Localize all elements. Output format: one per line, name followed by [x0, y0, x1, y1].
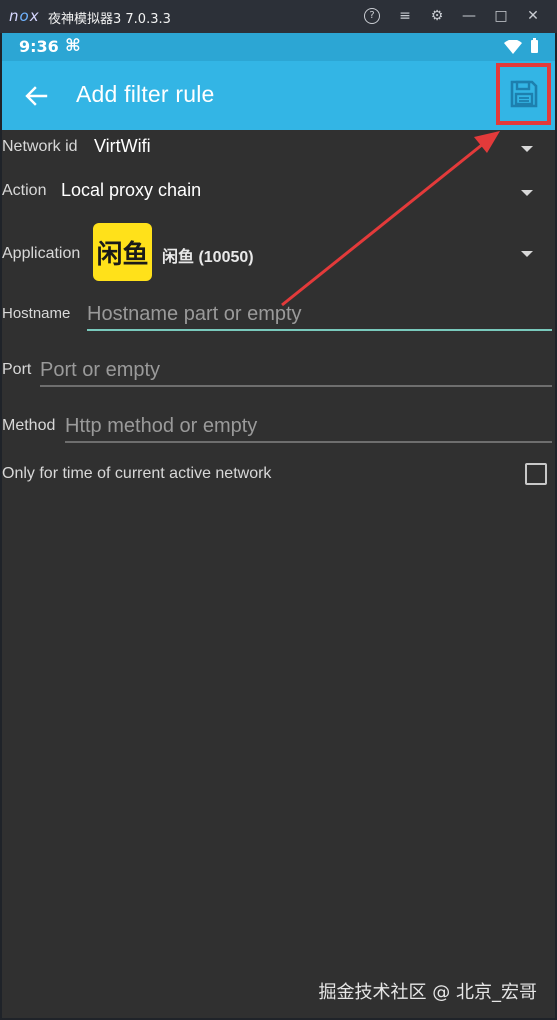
network-id-label: Network id: [2, 138, 78, 155]
watermark: 掘金技术社区 @ 北京_宏哥: [318, 982, 537, 1003]
nox-logo: nox: [9, 7, 40, 25]
port-underline: [40, 385, 552, 387]
emulator-title-bar: nox 夜神模拟器3 7.0.3.3 ? ≡ ⚙ — □ ✕: [0, 0, 557, 33]
hostname-label: Hostname: [2, 305, 71, 322]
hostname-underline: [87, 329, 552, 331]
port-label: Port: [2, 361, 32, 378]
maximize-button[interactable]: □: [485, 8, 517, 24]
app-toolbar: Add filter rule: [2, 61, 555, 130]
menu-icon[interactable]: ≡: [389, 8, 421, 24]
only-active-network-label: Only for time of current active network: [2, 465, 272, 482]
only-active-network-checkbox[interactable]: [525, 463, 547, 485]
application-value[interactable]: 闲鱼 (10050): [162, 243, 254, 267]
network-id-value[interactable]: VirtWifi: [94, 136, 151, 157]
port-input[interactable]: [40, 356, 549, 384]
xianyu-app-icon: 闲鱼: [93, 223, 152, 281]
chevron-down-icon[interactable]: [521, 251, 533, 257]
application-label: Application: [2, 245, 81, 262]
method-input[interactable]: [65, 412, 549, 440]
action-label: Action: [2, 182, 47, 199]
window-title: 夜神模拟器3 7.0.3.3: [48, 12, 171, 27]
window-controls: ? ≡ ⚙ — □ ✕: [355, 5, 549, 27]
status-time: 9:36: [19, 37, 59, 56]
method-label: Method: [2, 417, 56, 434]
hostname-input[interactable]: [87, 300, 549, 328]
notification-icon: ⌘: [65, 36, 81, 56]
minimize-button[interactable]: —: [453, 8, 485, 24]
status-bar: 9:36 ⌘: [2, 33, 555, 61]
help-icon[interactable]: ?: [364, 8, 380, 24]
chevron-down-icon[interactable]: [521, 146, 533, 152]
arrow-left-icon[interactable]: [24, 85, 48, 107]
android-screen: 9:36 ⌘ Add filter rule Network id VirtWi…: [2, 33, 555, 1018]
action-value[interactable]: Local proxy chain: [61, 180, 201, 201]
chevron-down-icon[interactable]: [521, 190, 533, 196]
settings-icon[interactable]: ⚙: [421, 8, 453, 24]
wifi-icon: [504, 40, 522, 54]
save-button[interactable]: [496, 63, 551, 125]
close-button[interactable]: ✕: [517, 8, 549, 24]
battery-icon: [531, 38, 538, 53]
floppy-disk-icon: [510, 80, 537, 108]
method-underline: [65, 441, 552, 443]
page-title: Add filter rule: [76, 81, 215, 107]
